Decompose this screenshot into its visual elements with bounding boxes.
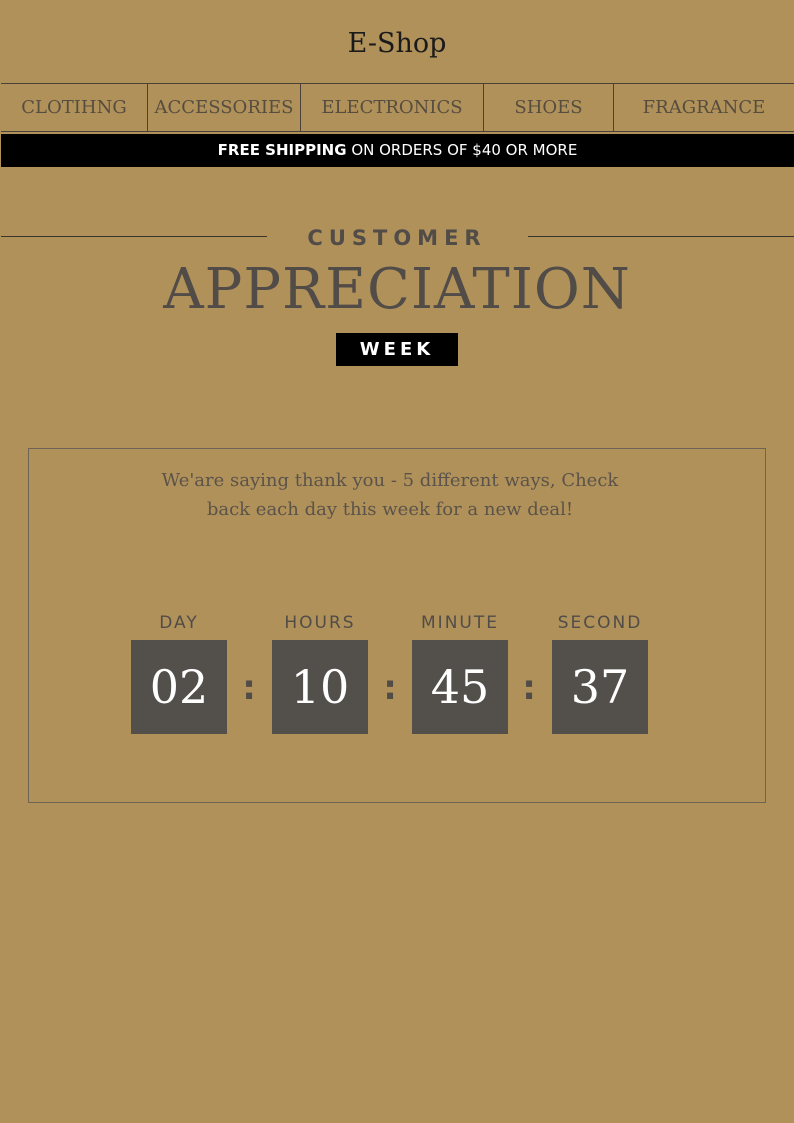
nav-item-electronics[interactable]: ELECTRONICS xyxy=(301,84,483,132)
countdown-day-label: DAY xyxy=(159,613,199,633)
deal-message-line2: back each day this week for a new deal! xyxy=(206,499,574,520)
hero-kicker: CUSTOMER xyxy=(307,226,487,250)
nav-item-fragrance[interactable]: FRAGRANCE xyxy=(614,84,794,132)
nav-item-accessories[interactable]: ACCESSORIES xyxy=(148,84,300,132)
hero-title: APPRECIATION xyxy=(163,257,631,322)
countdown-minute-label: MINUTE xyxy=(421,613,499,633)
free-shipping-banner: FREE SHIPPING ON ORDERS OF $40 OR MORE xyxy=(1,134,794,167)
countdown-second-label: SECOND xyxy=(557,613,643,633)
countdown-hours-label: HOURS xyxy=(284,613,356,633)
deal-message: We'are saying thank you - 5 different wa… xyxy=(140,466,640,524)
category-nav: CLOTIHNG ACCESSORIES ELECTRONICS SHOES F… xyxy=(1,83,794,132)
hero-badge: WEEK xyxy=(336,333,458,366)
countdown-hours-value: 10 xyxy=(272,640,368,734)
countdown-separator: : xyxy=(242,668,256,708)
nav-item-clothing[interactable]: CLOTIHNG xyxy=(1,84,147,132)
nav-item-shoes[interactable]: SHOES xyxy=(484,84,613,132)
countdown-separator: : xyxy=(522,668,536,708)
countdown-separator: : xyxy=(383,668,397,708)
countdown-minute-value: 45 xyxy=(412,640,508,734)
free-shipping-bold: FREE SHIPPING xyxy=(217,141,347,159)
countdown-second-value: 37 xyxy=(552,640,648,734)
shop-title[interactable]: E-Shop xyxy=(0,26,794,62)
deal-message-line1: We'are saying thank you - 5 different wa… xyxy=(161,470,619,491)
free-shipping-text: ON ORDERS OF $40 OR MORE xyxy=(346,141,578,159)
countdown-day-value: 02 xyxy=(131,640,227,734)
